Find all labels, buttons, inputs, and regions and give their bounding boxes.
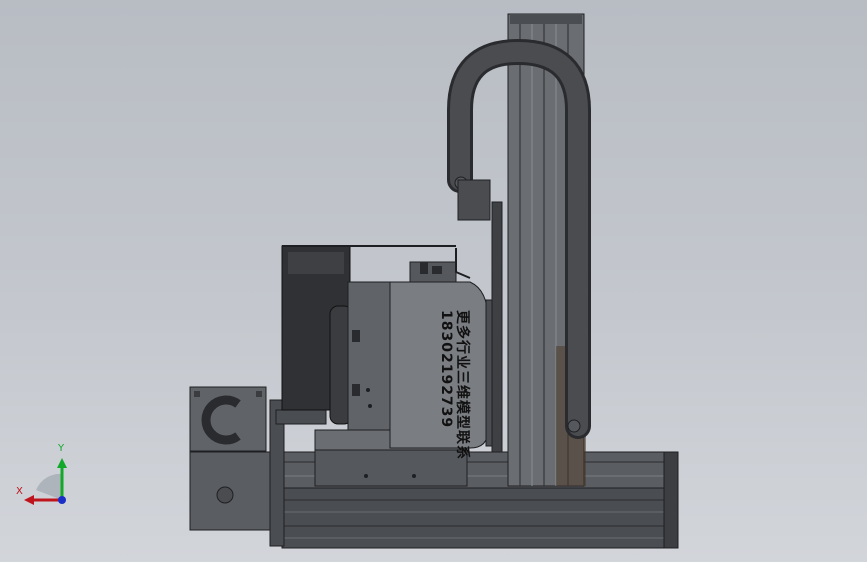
watermark-line-2: 18302192739 [438,310,454,429]
watermark-text: 更多行业三维模型联系 18302192739 [438,310,470,460]
watermark-line-1: 更多行业三维模型联系 [454,310,470,460]
stepper-motor [189,386,285,547]
z-axis-dot [58,496,66,504]
y-axis-label: Y [58,443,65,454]
coordinate-triad [24,458,67,505]
x-axis-label: X [16,486,23,497]
fan-housing [281,245,395,431]
cad-viewport[interactable] [0,0,867,562]
